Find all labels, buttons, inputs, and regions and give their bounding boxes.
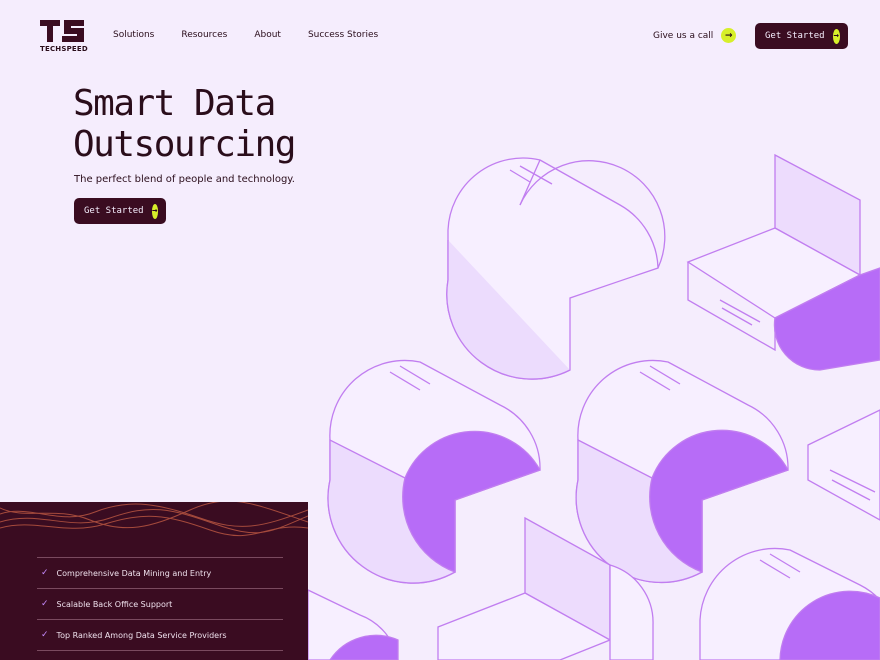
main-menu: Solutions Resources About Success Storie… xyxy=(113,30,405,40)
list-item: ✓ Scalable Back Office Support xyxy=(37,588,283,619)
hero-title: Smart Data Outsourcing xyxy=(73,83,296,165)
nav-link-success-stories[interactable]: Success Stories xyxy=(308,30,378,40)
isometric-tile xyxy=(307,588,399,660)
feature-list: ✓ Comprehensive Data Mining and Entry ✓ … xyxy=(37,557,283,651)
feature-text: Comprehensive Data Mining and Entry xyxy=(56,568,212,578)
check-icon: ✓ xyxy=(41,568,49,578)
nav-get-started-label: Get Started xyxy=(765,31,825,41)
logo-mark-icon xyxy=(40,20,84,42)
hero-subtitle: The perfect blend of people and technolo… xyxy=(74,174,295,185)
arrow-right-icon: → xyxy=(832,28,840,44)
check-icon: ✓ xyxy=(41,599,49,609)
isometric-illustration xyxy=(307,153,880,660)
check-icon: ✓ xyxy=(41,630,49,640)
arrow-right-icon: → xyxy=(151,203,158,219)
isometric-tile xyxy=(575,359,789,584)
list-item: ✓ Comprehensive Data Mining and Entry xyxy=(37,557,283,588)
isometric-tile xyxy=(446,157,666,380)
call-link[interactable]: Give us a call → xyxy=(653,28,737,43)
feature-panel: ✓ Comprehensive Data Mining and Entry ✓ … xyxy=(0,502,308,660)
hero-title-line-2: Outsourcing xyxy=(73,124,296,165)
list-item: ✓ Top Ranked Among Data Service Provider… xyxy=(37,619,283,651)
wave-pattern xyxy=(0,502,308,537)
feature-text: Top Ranked Among Data Service Providers xyxy=(56,630,227,640)
isometric-tile xyxy=(699,547,880,660)
call-label: Give us a call xyxy=(653,30,714,41)
nav-link-resources[interactable]: Resources xyxy=(181,30,227,40)
isometric-tile xyxy=(686,153,880,371)
nav-link-solutions[interactable]: Solutions xyxy=(113,30,154,40)
top-navigation: TECHSPEED Solutions Resources About Succ… xyxy=(0,0,880,72)
nav-get-started-button[interactable]: Get Started → xyxy=(755,23,848,49)
techspeed-logo[interactable]: TECHSPEED xyxy=(40,20,88,54)
feature-text: Scalable Back Office Support xyxy=(56,599,173,609)
hero-title-line-1: Smart Data xyxy=(73,83,276,124)
isometric-tile xyxy=(807,409,880,521)
arrow-right-icon: → xyxy=(721,28,737,43)
hero-get-started-label: Get Started xyxy=(84,206,144,216)
logo-wordmark: TECHSPEED xyxy=(40,45,88,53)
hero-get-started-button[interactable]: Get Started → xyxy=(74,198,166,224)
isometric-tile xyxy=(327,359,541,584)
nav-link-about[interactable]: About xyxy=(254,30,281,40)
